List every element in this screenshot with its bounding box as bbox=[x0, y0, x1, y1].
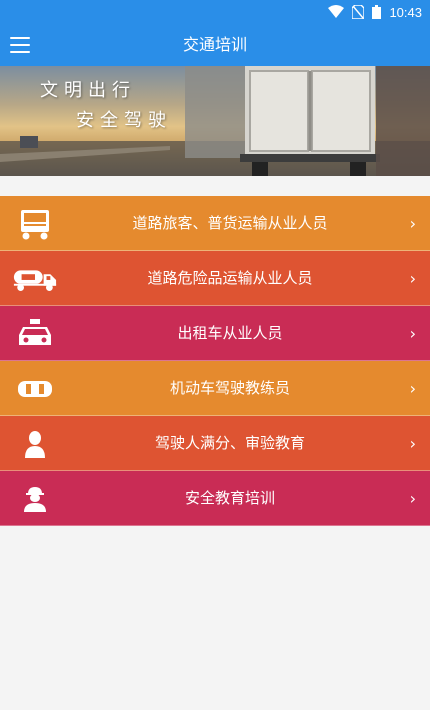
status-bar: 10:43 bbox=[0, 0, 430, 24]
menu-item-label: 驾驶人满分、审验教育 bbox=[154, 434, 305, 452]
menu-item-driving-instructor[interactable]: 机动车驾驶教练员 › bbox=[0, 361, 430, 416]
battery-icon bbox=[372, 5, 382, 19]
banner-image: 文明出行 安全驾驶 bbox=[0, 66, 430, 176]
app-bar: 交通培训 bbox=[0, 24, 430, 66]
worker-icon bbox=[12, 480, 58, 517]
person-icon bbox=[12, 425, 58, 462]
car-topview-icon bbox=[12, 370, 58, 407]
menu-item-label: 道路旅客、普货运输从业人员 bbox=[132, 214, 328, 232]
status-time: 10:43 bbox=[389, 4, 422, 20]
chevron-right-icon: › bbox=[409, 434, 416, 453]
chevron-right-icon: › bbox=[409, 324, 416, 343]
chevron-right-icon: › bbox=[409, 214, 416, 233]
chevron-right-icon: › bbox=[409, 269, 416, 288]
menu-item-label: 出租车从业人员 bbox=[177, 324, 283, 342]
banner-slogan-line2: 安全驾驶 bbox=[76, 110, 172, 131]
training-category-list: 道路旅客、普货运输从业人员 › 道路危险品运输从业人员 › 出租车从业人员 › … bbox=[0, 196, 430, 526]
menu-item-passenger-freight[interactable]: 道路旅客、普货运输从业人员 › bbox=[0, 196, 430, 251]
chevron-right-icon: › bbox=[409, 489, 416, 508]
banner-slogan-line1: 文明出行 bbox=[40, 80, 136, 101]
menu-item-label: 机动车驾驶教练员 bbox=[169, 379, 290, 397]
taxi-icon bbox=[12, 315, 58, 352]
no-sim-icon bbox=[352, 5, 365, 19]
tanker-truck-icon bbox=[12, 260, 58, 297]
wifi-icon bbox=[328, 5, 345, 18]
menu-item-hazardous-goods[interactable]: 道路危险品运输从业人员 › bbox=[0, 251, 430, 306]
menu-item-safety-education[interactable]: 安全教育培训 › bbox=[0, 471, 430, 526]
menu-item-label: 安全教育培训 bbox=[184, 489, 275, 507]
chevron-right-icon: › bbox=[409, 379, 416, 398]
page-title: 交通培训 bbox=[182, 35, 247, 54]
truck-icon bbox=[12, 205, 58, 242]
menu-item-driver-points-review[interactable]: 驾驶人满分、审验教育 › bbox=[0, 416, 430, 471]
status-icons: 10:43 bbox=[328, 3, 422, 21]
menu-item-label: 道路危险品运输从业人员 bbox=[147, 269, 313, 287]
menu-item-taxi[interactable]: 出租车从业人员 › bbox=[0, 306, 430, 361]
